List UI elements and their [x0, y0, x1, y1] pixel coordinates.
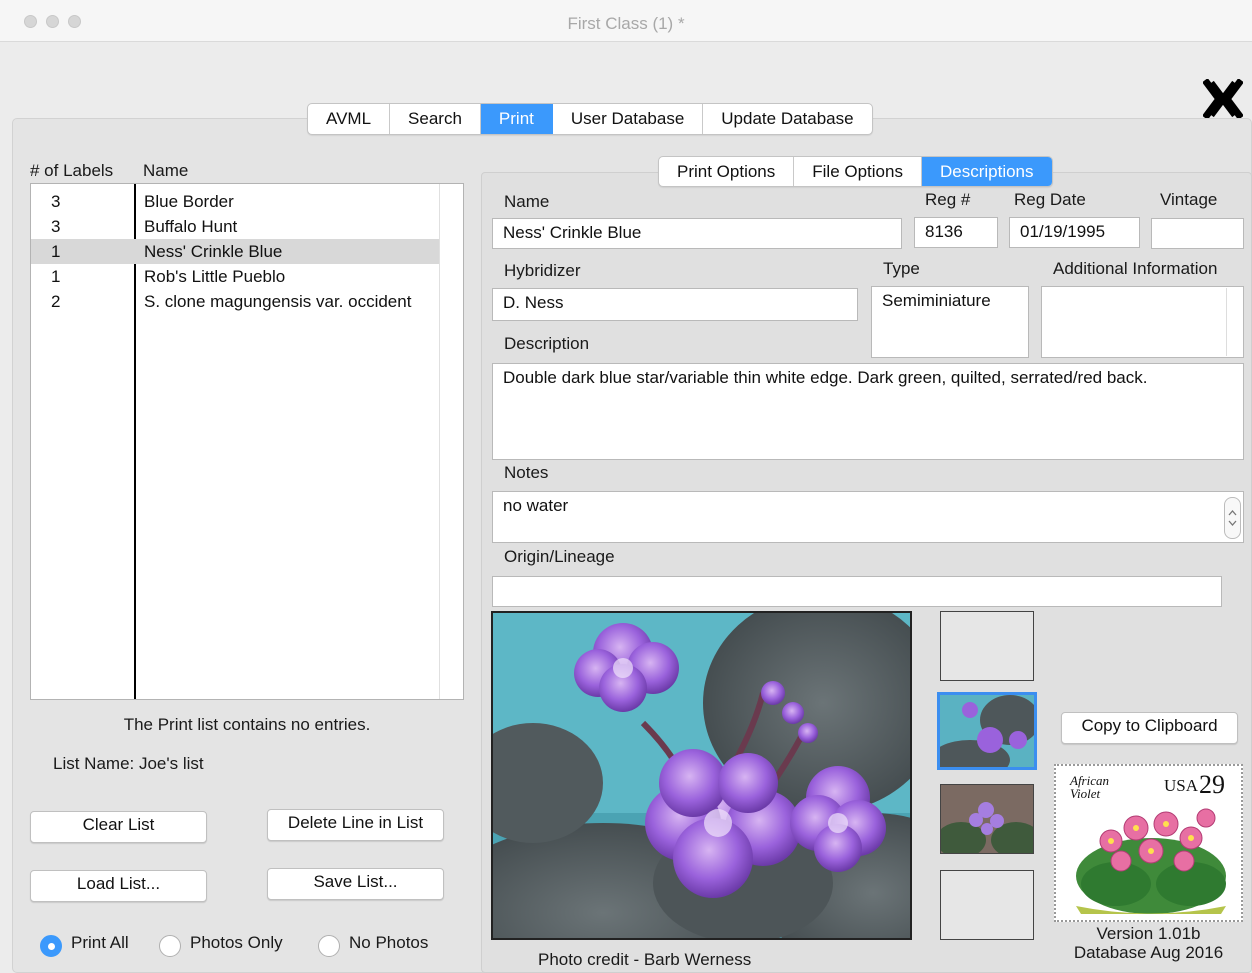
list-item[interactable]: 3 Blue Border — [31, 189, 439, 214]
thumbnail-photo-2[interactable] — [940, 784, 1034, 854]
version-label: Version 1.01b Database Aug 2016 — [1073, 924, 1224, 962]
hybridizer-field[interactable]: D. Ness — [492, 288, 858, 321]
list-item[interactable]: 2 S. clone magungensis var. occident — [31, 289, 439, 314]
title-bar: First Class (1) * — [0, 0, 1252, 42]
thumbnail-selected[interactable] — [937, 692, 1037, 770]
plant-photo — [491, 611, 912, 940]
description-label: Description — [504, 334, 590, 353]
tab-descriptions[interactable]: Descriptions — [921, 157, 1052, 186]
photo-credit: Photo credit - Barb Werness — [538, 950, 752, 969]
reg-date-field[interactable]: 01/19/1995 — [1009, 217, 1140, 248]
close-icon[interactable] — [1202, 78, 1244, 120]
save-list-button[interactable]: Save List... — [267, 868, 444, 900]
additional-info-label: Additional Information — [1053, 259, 1218, 278]
reg-number-label: Reg # — [925, 190, 971, 209]
reg-date-label: Reg Date — [1014, 190, 1086, 209]
no-photos-radio[interactable] — [318, 935, 340, 957]
tab-avml[interactable]: AVML — [308, 104, 391, 134]
list-item-selected[interactable]: 1 Ness' Crinkle Blue — [31, 239, 439, 264]
column-header-count[interactable]: # of Labels — [30, 161, 113, 181]
notes-stepper[interactable] — [1224, 497, 1241, 539]
notes-label: Notes — [504, 463, 549, 482]
print-all-radio[interactable] — [40, 935, 62, 957]
vintage-label: Vintage — [1160, 190, 1218, 209]
photos-only-label[interactable]: Photos Only — [190, 933, 283, 953]
copy-to-clipboard-button[interactable]: Copy to Clipboard — [1061, 712, 1238, 744]
origin-label: Origin/Lineage — [504, 547, 615, 566]
load-list-button[interactable]: Load List... — [30, 870, 207, 902]
list-item[interactable]: 1 Rob's Little Pueblo — [31, 264, 439, 289]
notes-field[interactable]: no water — [492, 491, 1244, 543]
tab-print-options[interactable]: Print Options — [659, 157, 795, 186]
tab-file-options[interactable]: File Options — [794, 157, 922, 186]
no-photos-label[interactable]: No Photos — [349, 933, 428, 953]
name-field[interactable]: Ness' Crinkle Blue — [492, 218, 902, 249]
list-scroll-track — [439, 184, 440, 699]
main-tab-bar: AVML Search Print User Database Update D… — [307, 103, 873, 135]
thumbnail-empty-2[interactable] — [940, 870, 1034, 940]
stamp-text-value: 29 — [1199, 770, 1225, 799]
origin-field[interactable] — [492, 576, 1222, 607]
tab-update-database[interactable]: Update Database — [703, 104, 871, 134]
name-label: Name — [504, 192, 550, 211]
sub-tab-bar: Print Options File Options Descriptions — [658, 156, 1053, 187]
description-field[interactable]: Double dark blue star/variable thin whit… — [492, 363, 1244, 460]
window-title: First Class (1) * — [567, 14, 685, 33]
type-label: Type — [883, 259, 920, 278]
tab-user-database[interactable]: User Database — [553, 104, 704, 134]
list-item[interactable]: 3 Buffalo Hunt — [31, 214, 439, 239]
print-all-label[interactable]: Print All — [71, 933, 129, 953]
tab-print[interactable]: Print — [480, 104, 553, 134]
stamp-text-name: African Violet — [1070, 773, 1109, 801]
additional-info-field[interactable] — [1041, 286, 1244, 358]
thumbnail-empty-1[interactable] — [940, 611, 1034, 681]
type-field[interactable]: Semiminiature — [871, 286, 1029, 358]
photos-only-radio[interactable] — [159, 935, 181, 957]
stamp-text-country: USA — [1164, 776, 1199, 795]
hybridizer-label: Hybridizer — [504, 261, 581, 280]
print-list[interactable]: 3 Blue Border 3 Buffalo Hunt 1 Ness' Cri… — [30, 183, 464, 700]
tab-search[interactable]: Search — [390, 104, 481, 134]
list-name-label: List Name: Joe's list — [53, 754, 204, 773]
additional-info-scroll-track — [1226, 288, 1227, 356]
vintage-field[interactable] — [1151, 218, 1244, 249]
column-header-name[interactable]: Name — [143, 161, 188, 181]
reg-number-field[interactable]: 8136 — [914, 217, 998, 248]
african-violet-stamp: African Violet USA 29 — [1054, 764, 1243, 922]
delete-line-button[interactable]: Delete Line in List — [267, 809, 444, 841]
print-list-status: The Print list contains no entries. — [123, 715, 371, 734]
clear-list-button[interactable]: Clear List — [30, 811, 207, 843]
